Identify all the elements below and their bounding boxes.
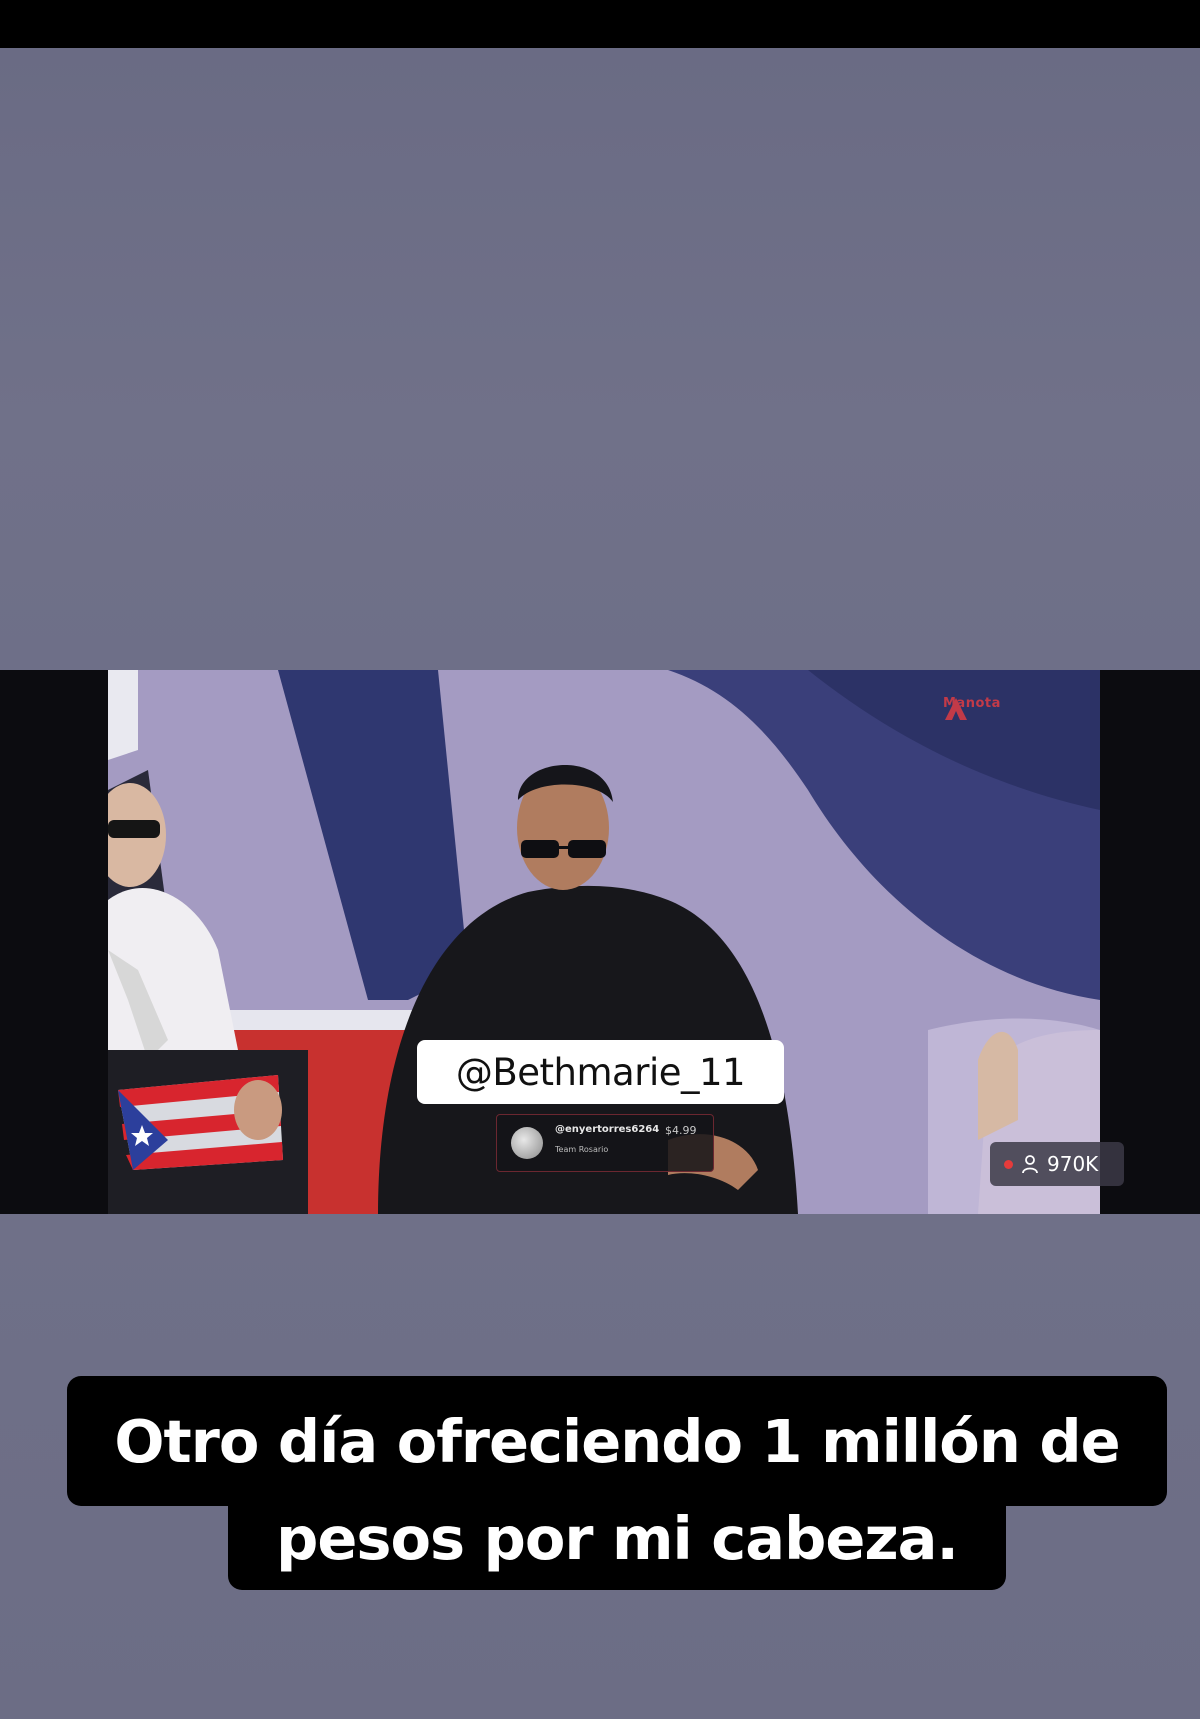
- viewer-count: 970K: [1047, 1152, 1099, 1176]
- donor-avatar: [511, 1127, 543, 1159]
- person-icon: [1022, 1155, 1038, 1174]
- brand-logo-icon: [945, 698, 967, 720]
- letterbox-left: [0, 670, 108, 1214]
- letterbox-right: [1100, 670, 1200, 1214]
- live-dot-icon: [1004, 1159, 1013, 1169]
- caption-line-2: pesos por mi cabeza.: [228, 1486, 1006, 1590]
- top-black-bar: [0, 0, 1200, 48]
- viewer-count-badge: 970K: [990, 1142, 1124, 1186]
- donation-message: Team Rosario: [555, 1145, 609, 1154]
- donor-username: @enyertorres6264: [555, 1124, 660, 1135]
- background-upper: [0, 48, 1200, 670]
- handle-overlay: @Bethmarie_11: [417, 1040, 784, 1104]
- channel-brand: Manota: [943, 696, 1001, 720]
- donation-amount: $4.99: [665, 1124, 697, 1137]
- donation-notification: @enyertorres6264 $4.99 Team Rosario: [496, 1114, 714, 1172]
